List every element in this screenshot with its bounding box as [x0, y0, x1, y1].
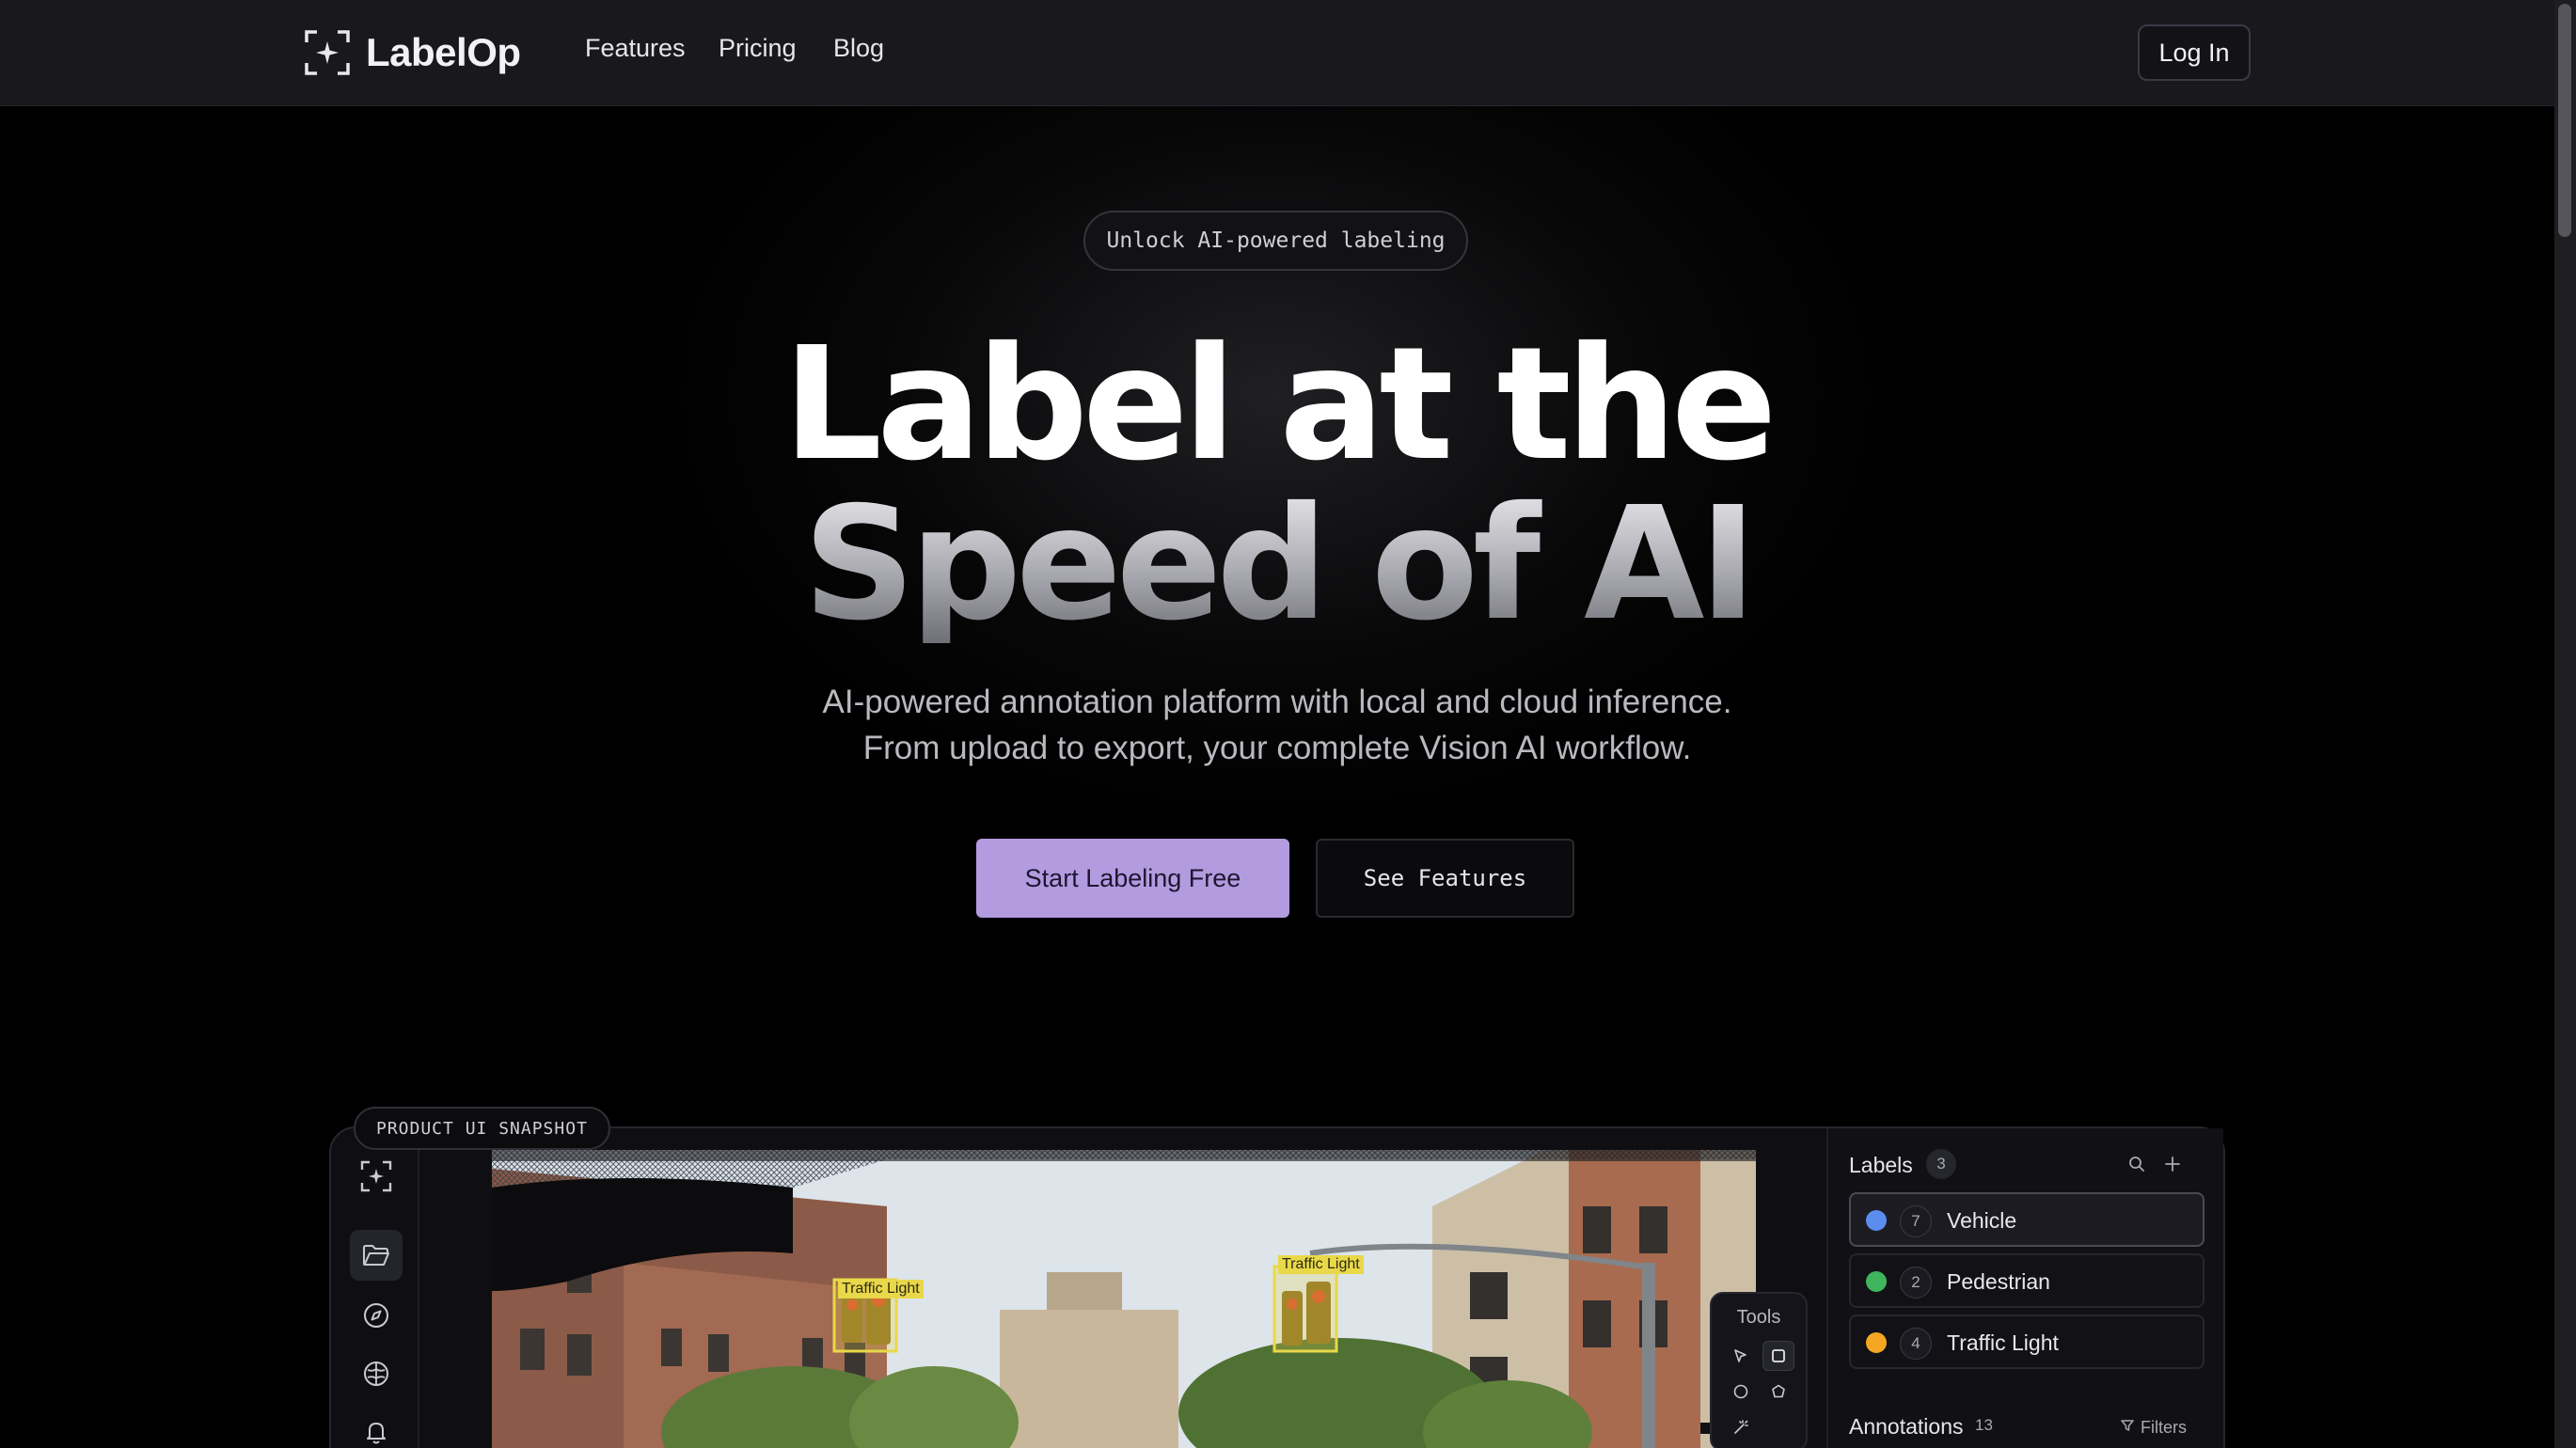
folder-icon[interactable]: [350, 1230, 403, 1281]
label-item-traffic-light[interactable]: 4 Traffic Light: [1849, 1314, 2205, 1369]
label-count: 2: [1900, 1267, 1932, 1298]
start-labeling-button[interactable]: Start Labeling Free: [976, 839, 1289, 918]
hero-title-line1: Label at the: [782, 314, 1777, 496]
labels-count-badge: 3: [1926, 1149, 1956, 1179]
labels-title: Labels: [1849, 1153, 1913, 1177]
filter-icon: [2120, 1418, 2135, 1438]
bell-icon[interactable]: [350, 1407, 403, 1448]
label-color-dot: [1866, 1210, 1887, 1231]
annotations-title: Annotations: [1849, 1414, 1964, 1439]
label-color-dot: [1866, 1332, 1887, 1353]
annotations-count: 13: [1975, 1416, 1993, 1434]
app-logo-icon[interactable]: [350, 1151, 403, 1202]
labels-panel: Labels 3 7 Vehicle 2 Pedestrian 4 Traffi…: [1826, 1128, 2223, 1448]
pointer-tool-icon[interactable]: [1725, 1341, 1757, 1371]
label-name: Pedestrian: [1947, 1269, 2050, 1294]
label-count: 7: [1900, 1205, 1932, 1237]
brand-name: LabelOp: [366, 30, 521, 74]
brain-icon[interactable]: [350, 1348, 403, 1399]
login-button[interactable]: Log In: [2138, 24, 2251, 81]
hero-subtitle-line2: From upload to export, your complete Vis…: [862, 730, 1692, 766]
compass-icon[interactable]: [350, 1290, 403, 1341]
app-sidebar-rail: [331, 1128, 419, 1448]
hero-title-line2: Speed of AI: [0, 487, 2554, 643]
filters-button[interactable]: Filters: [2120, 1418, 2187, 1438]
see-features-button[interactable]: See Features: [1316, 839, 1574, 918]
polygon-tool-icon[interactable]: [1762, 1377, 1794, 1407]
bbox-label-traffic-light: Traffic Light: [838, 1280, 924, 1298]
nav-link-pricing[interactable]: Pricing: [719, 34, 797, 63]
bbox-label-traffic-light: Traffic Light: [1278, 1255, 1364, 1274]
brand-logo[interactable]: LabelOp: [304, 26, 521, 79]
rectangle-tool-icon[interactable]: [1762, 1341, 1794, 1371]
search-icon[interactable]: [2127, 1155, 2146, 1178]
tools-title: Tools: [1736, 1307, 1781, 1328]
hero-subtitle-line1: AI-powered annotation platform with loca…: [822, 684, 1732, 720]
label-item-vehicle[interactable]: 7 Vehicle: [1849, 1192, 2205, 1247]
tools-palette: Tools: [1710, 1292, 1808, 1448]
annotation-image[interactable]: Traffic Light Traffic Light: [492, 1150, 1756, 1448]
label-name: Traffic Light: [1947, 1330, 2059, 1355]
label-count: 4: [1900, 1328, 1932, 1360]
announcement-pill[interactable]: Unlock AI-powered labeling: [1083, 211, 1468, 271]
label-item-pedestrian[interactable]: 2 Pedestrian: [1849, 1253, 2205, 1308]
nav-link-blog[interactable]: Blog: [833, 34, 884, 63]
scrollbar-thumb[interactable]: [2558, 4, 2571, 237]
add-label-icon[interactable]: [2163, 1155, 2182, 1178]
focus-sparkle-icon: [304, 29, 351, 76]
label-name: Vehicle: [1947, 1208, 2017, 1233]
circle-tool-icon[interactable]: [1725, 1377, 1757, 1407]
top-navbar: LabelOp Features Pricing Blog Log In: [0, 0, 2554, 106]
nav-link-features[interactable]: Features: [585, 34, 686, 63]
product-snapshot-tag: PRODUCT UI SNAPSHOT: [354, 1107, 610, 1150]
label-color-dot: [1866, 1271, 1887, 1292]
filters-label: Filters: [2141, 1418, 2187, 1437]
magic-wand-tool-icon[interactable]: [1725, 1412, 1757, 1442]
